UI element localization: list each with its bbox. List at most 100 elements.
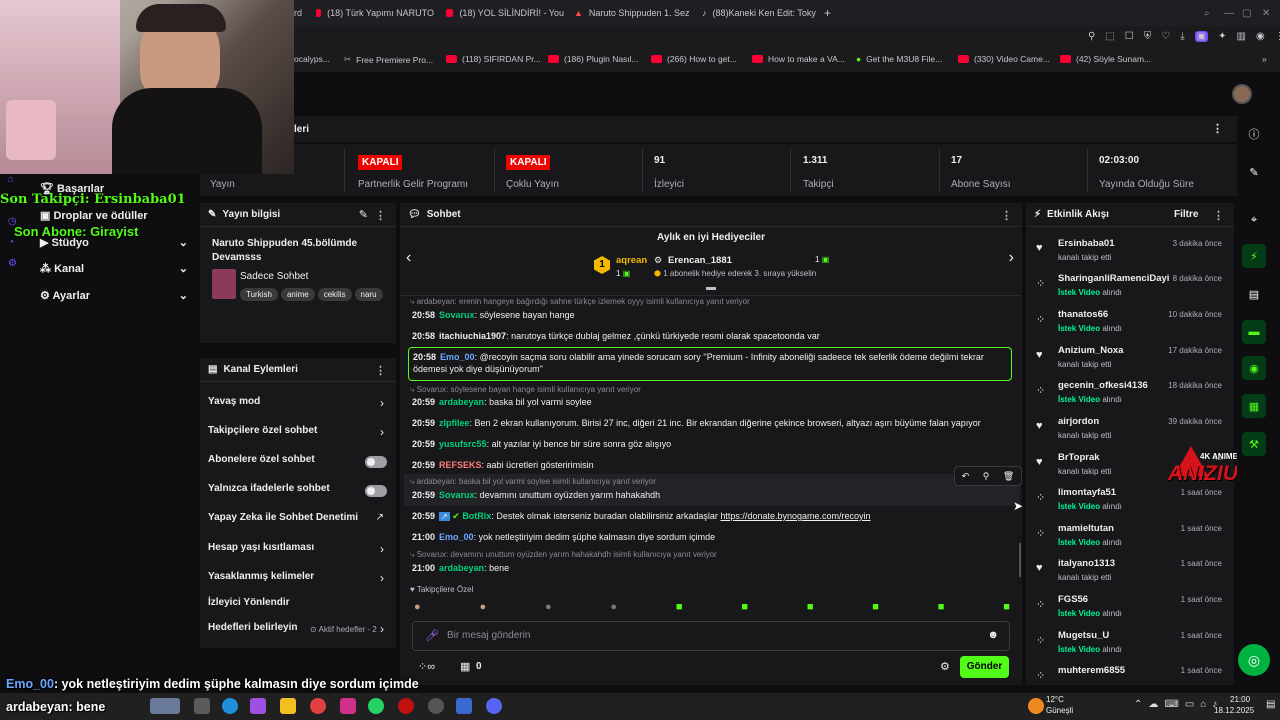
close-icon[interactable]: ✕ [1262, 4, 1270, 22]
lightning-icon[interactable]: ⚡︎ [1242, 244, 1266, 268]
tag[interactable]: cekilis [317, 288, 352, 301]
sidebar-icon[interactable]: ▥ [1236, 31, 1245, 42]
category-thumbnail[interactable] [212, 269, 236, 299]
app-icon[interactable] [456, 698, 472, 714]
chat-message[interactable]: 20:59 yusufsrc55: alt yazılar iyi bence b… [412, 438, 1008, 450]
gifter-name[interactable]: aqrean [616, 255, 647, 266]
chat-username[interactable]: REFSEKS [439, 460, 482, 470]
minimize-icon[interactable]: — [1224, 4, 1234, 22]
new-tab-button[interactable]: + [824, 4, 836, 22]
store-icon[interactable]: ▦ [460, 660, 470, 673]
activity-item[interactable]: ⁘ mamieltutan İstek Video alındı 1 saat önc… [1032, 521, 1226, 556]
chat-message[interactable]: 21:00 ardabeyan: bene [412, 562, 1008, 574]
chat-username[interactable]: BotRix [462, 511, 491, 521]
emote-icon[interactable]: ■ [676, 601, 683, 615]
chat-username[interactable]: Emo_00 [440, 352, 475, 362]
bookmark-icon[interactable]: ☐ [1125, 31, 1134, 42]
screenshot-icon[interactable]: ⬚ [1105, 31, 1114, 42]
opera-icon[interactable] [398, 698, 414, 714]
bookmark-item[interactable]: ocalyps... [294, 54, 330, 64]
gifter-name[interactable]: Erencan_1881 [668, 255, 732, 266]
target-icon[interactable]: ⌖ [1242, 208, 1266, 232]
chat-message[interactable]: 20:59 REFSEKS: aabi ücretleri gösteririmi… [412, 459, 1008, 471]
task-view-icon[interactable] [194, 698, 210, 714]
emote-icon[interactable]: ● [479, 601, 486, 615]
chat-username[interactable]: ardabeyan [439, 563, 484, 573]
activity-item[interactable]: ⁘ FGS56 İstek Video alındı 1 saat önce [1032, 592, 1226, 627]
bookmark-item[interactable]: (266) How to get... [651, 54, 737, 64]
reply-icon[interactable]: ↶ [962, 471, 970, 482]
whatsapp-icon[interactable] [368, 698, 384, 714]
chevron-right-icon[interactable]: › [1009, 249, 1014, 267]
chat-message[interactable]: 20:58 Sovarux: söylesene bayan hange [412, 309, 1008, 321]
broadcast-icon[interactable]: ◉ [1242, 356, 1266, 380]
bookmark-item[interactable]: (186) Plugin Nasıl... [548, 54, 639, 64]
bookmark-item[interactable]: (330) Video Came... [958, 54, 1050, 64]
emote-icon[interactable]: ● [414, 601, 421, 615]
toggle-switch[interactable] [365, 485, 387, 497]
more-icon[interactable]: ⋮ [1213, 209, 1224, 222]
puzzle-icon[interactable]: ✦ [1218, 31, 1226, 42]
download-icon[interactable]: ⤓ [1180, 31, 1184, 42]
tag[interactable]: anime [280, 288, 315, 301]
more-icon[interactable]: ⋮ [1212, 122, 1223, 135]
emote-icon[interactable]: ■ [1003, 601, 1010, 615]
chat-message[interactable]: 20:59 ↗ ✔ BotRix: Destek olmak isterseniz… [412, 510, 1008, 523]
activity-item[interactable]: ♥ italyano1313 kanalı takip etti 1 saat önc… [1032, 556, 1226, 591]
bookmark-item[interactable]: (118) SIFIRDAN Pr... [446, 54, 541, 64]
chat-username[interactable]: zlpfilee [439, 418, 470, 428]
emote-icon[interactable]: ■ [807, 601, 814, 615]
activity-item[interactable]: ⁘ limontayfa51 İstek Video alındı 1 saat ön… [1032, 485, 1226, 520]
heart-icon[interactable]: ♡ [1161, 31, 1170, 42]
activity-item[interactable]: ⁘ Mugetsu_U İstek Video alındı 1 saat önce [1032, 628, 1226, 663]
more-icon[interactable]: ⋮ [375, 364, 386, 377]
system-tray-icons[interactable]: ⌃☁⌨▭⌂♪ [1134, 699, 1223, 710]
action-banned-words[interactable]: Yasaklanmış kelimeler › [200, 571, 396, 591]
action-followers-only[interactable]: Takipçilere özel sohbet › [200, 425, 396, 445]
sidebar-item-drops[interactable]: ▣ Droplar ve ödüller [40, 209, 148, 222]
chat-message[interactable]: 20:59 zlpfilee: Ben 2 ekran kullanıyorum.… [412, 417, 1008, 429]
activity-item[interactable]: ♥ Anizium_Noxa kanalı takip etti 17 dakika … [1032, 343, 1226, 378]
action-host[interactable]: İzleyici Yönlendir [200, 597, 396, 617]
discord-icon[interactable] [486, 698, 502, 714]
layout-icon[interactable]: ▦ [1242, 394, 1266, 418]
chat-message[interactable]: 20:59 ardabeyan: baska bil yol varmi soyl… [412, 396, 1008, 408]
filter-button[interactable]: Filtre [1174, 209, 1198, 220]
chat-username[interactable]: Emo_00 [439, 532, 474, 542]
edit-icon[interactable]: ✎ [359, 208, 368, 221]
more-bookmarks-icon[interactable]: » [1262, 54, 1267, 64]
search-box[interactable] [150, 698, 180, 714]
tab-2[interactable]: (18) YOL SİLİNDİRİ! - You [446, 4, 564, 22]
tab-1[interactable]: (18) Türk Yapımı NARUTO [316, 4, 434, 22]
pencil-icon[interactable]: ✎ [1242, 160, 1266, 184]
action-account-age[interactable]: Hesap yaşı kısıtlaması › [200, 542, 396, 562]
category-name[interactable]: Sadece Sohbet [240, 271, 308, 282]
emote-icon[interactable]: ■ [938, 601, 945, 615]
emote-icon[interactable]: ■ [741, 601, 748, 615]
emote-icon[interactable]: ■ [872, 601, 879, 615]
highlighted-message[interactable]: 20:58 Emo_00: @recoyin saçma soru olabili… [408, 347, 1012, 381]
bookmark-item[interactable]: How to make a VA... [752, 54, 845, 64]
scrollbar[interactable] [1019, 543, 1021, 577]
emote-icon[interactable]: ● [545, 601, 552, 615]
action-goals[interactable]: Hedefleri belirleyin ⊙ Aktif hedefler - 2… [200, 622, 396, 642]
tab-3[interactable]: ▲ Naruto Shippuden 1. Sez [574, 4, 689, 22]
action-slow-mode[interactable]: Yavaş mod › [200, 396, 396, 416]
activity-item[interactable]: ⁘ SharinganliRamenciDayi İstek Video alınd… [1032, 271, 1226, 306]
wrench-icon[interactable]: ⚒ [1242, 432, 1266, 456]
send-button[interactable]: Gönder [960, 656, 1009, 678]
pin-icon[interactable]: ⚲ [983, 471, 990, 482]
more-icon[interactable]: ⋮ [1001, 209, 1012, 222]
activity-item[interactable]: ⁘ gecenin_ofkesi4136 İstek Video alındı 18 … [1032, 378, 1226, 413]
gear-icon[interactable]: ⚙ [940, 660, 950, 673]
maximize-icon[interactable]: ▢ [1242, 4, 1251, 22]
support-button[interactable]: ◎ [1238, 644, 1270, 676]
sidebar-item-settings[interactable]: ⚙ Ayarlar ⌄ [40, 289, 188, 302]
clipboard-icon[interactable]: ▤ [1242, 282, 1266, 306]
instagram-icon[interactable] [340, 698, 356, 714]
emote-icon[interactable]: ● [610, 601, 617, 615]
chat-username[interactable]: Sovarux [439, 310, 475, 320]
drag-handle[interactable] [706, 287, 716, 290]
edge-icon[interactable] [222, 698, 238, 714]
action-ai-moderation[interactable]: Yapay Zeka ile Sohbet Denetimi ↗ [200, 512, 396, 532]
